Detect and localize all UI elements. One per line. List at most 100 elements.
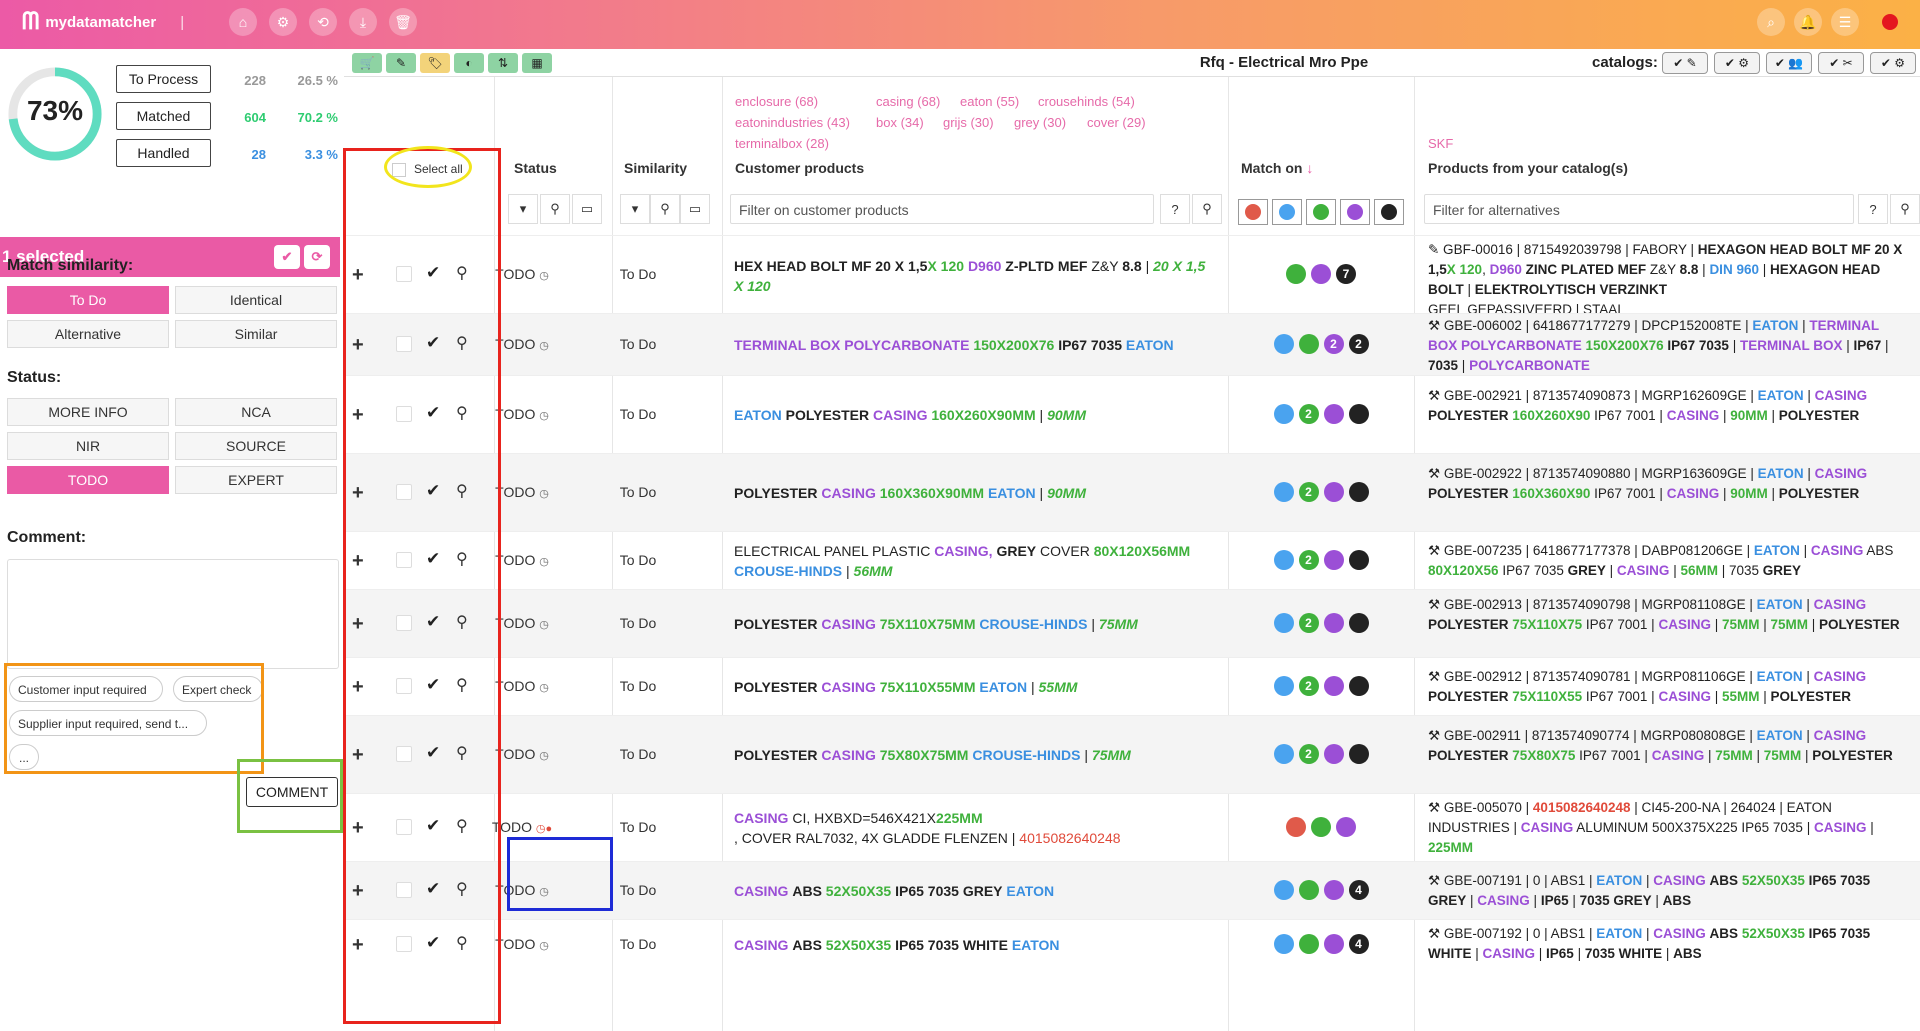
- row-checkbox[interactable]: [396, 746, 412, 762]
- expand-icon[interactable]: +: [352, 880, 364, 903]
- chip-supplier-input[interactable]: Supplier input required, send t...: [9, 710, 207, 736]
- sort-icon[interactable]: ⇅: [488, 53, 518, 73]
- table-row[interactable]: + ✔ ⚲ TODO ◷● To Do CASING CI, HXBXD=546…: [344, 793, 1920, 861]
- row-similarity[interactable]: To Do: [596, 552, 680, 568]
- building-icon[interactable]: ▦: [522, 53, 552, 73]
- accept-icon[interactable]: ✔: [426, 549, 440, 569]
- row-checkbox[interactable]: [396, 484, 412, 500]
- customer-filter-input[interactable]: Filter on customer products: [730, 194, 1154, 224]
- row-checkbox[interactable]: [396, 266, 412, 282]
- similarity-todo[interactable]: To Do: [7, 286, 169, 314]
- magic-icon[interactable]: ✎: [386, 53, 416, 73]
- status-dropdown-icon[interactable]: ▾: [508, 194, 538, 224]
- comment-textarea[interactable]: [7, 559, 339, 669]
- search-icon[interactable]: ⚲: [456, 933, 468, 953]
- row-similarity[interactable]: To Do: [596, 678, 680, 694]
- accept-icon[interactable]: ✔: [426, 816, 440, 836]
- catalog-tag[interactable]: SKF: [1428, 136, 1453, 151]
- expand-icon[interactable]: +: [352, 264, 364, 287]
- row-checkbox[interactable]: [396, 678, 412, 694]
- accept-icon[interactable]: ✔: [426, 675, 440, 695]
- customer-tag[interactable]: terminalbox (28): [735, 136, 829, 151]
- row-similarity[interactable]: To Do: [596, 882, 680, 898]
- search-icon[interactable]: ⚲: [456, 675, 468, 695]
- search-icon[interactable]: ⚲: [456, 333, 468, 353]
- accept-icon[interactable]: ✔: [426, 743, 440, 763]
- match-red-button[interactable]: [1238, 199, 1268, 225]
- row-status[interactable]: TODO ◷: [482, 406, 562, 422]
- catalog-toggle-3[interactable]: ✔ 👥: [1766, 52, 1812, 74]
- table-row[interactable]: + ✔ ⚲ TODO ◷ To Do HEX HEAD BOLT MF 20 X…: [344, 235, 1920, 317]
- accept-icon[interactable]: ✔: [426, 403, 440, 423]
- expand-icon[interactable]: +: [352, 404, 364, 427]
- row-similarity[interactable]: To Do: [596, 936, 680, 952]
- tag-icon[interactable]: 🏷: [420, 53, 450, 73]
- help-icon[interactable]: ?: [1160, 194, 1190, 224]
- customer-tag[interactable]: grijs (30): [943, 115, 994, 130]
- customer-tag[interactable]: crousehinds (54): [1038, 94, 1135, 109]
- status-source[interactable]: SOURCE: [175, 432, 337, 460]
- similarity-comment-icon[interactable]: ▭: [680, 194, 710, 224]
- select-all-checkbox[interactable]: [392, 163, 406, 177]
- status-expert[interactable]: EXPERT: [175, 466, 337, 494]
- table-row[interactable]: + ✔ ⚲ TODO ◷ To Do EATON POLYESTER CASIN…: [344, 375, 1920, 453]
- customer-tag[interactable]: enclosure (68): [735, 94, 818, 109]
- similarity-similar[interactable]: Similar: [175, 320, 337, 348]
- search-icon[interactable]: ⚲: [456, 816, 468, 836]
- catalog-filter-input[interactable]: Filter for alternatives: [1424, 194, 1854, 224]
- row-checkbox[interactable]: [396, 615, 412, 631]
- search-icon[interactable]: ⚲: [456, 403, 468, 423]
- expand-icon[interactable]: +: [352, 676, 364, 699]
- row-status[interactable]: TODO ◷: [482, 552, 562, 568]
- row-status[interactable]: TODO ◷: [482, 678, 562, 694]
- expand-icon[interactable]: +: [352, 817, 364, 840]
- bell-icon[interactable]: 🔔: [1794, 8, 1822, 36]
- customer-tag[interactable]: eatonindustries (43): [735, 115, 850, 130]
- customer-tag[interactable]: cover (29): [1087, 115, 1146, 130]
- status-todo[interactable]: TODO: [7, 466, 169, 494]
- customer-tag[interactable]: eaton (55): [960, 94, 1019, 109]
- col-similarity[interactable]: Similarity: [624, 160, 687, 176]
- table-row[interactable]: + ✔ ⚲ TODO ◷ To Do CASING ABS 52X50X35 I…: [344, 919, 1920, 1031]
- chip-more[interactable]: ...: [9, 744, 39, 770]
- customer-tag[interactable]: grey (30): [1014, 115, 1066, 130]
- row-checkbox[interactable]: [396, 336, 412, 352]
- home-icon[interactable]: ⌂: [229, 8, 257, 36]
- accept-icon[interactable]: ✔: [426, 879, 440, 899]
- table-row[interactable]: + ✔ ⚲ TODO ◷ To Do POLYESTER CASING 160X…: [344, 453, 1920, 531]
- col-status[interactable]: Status: [514, 160, 557, 176]
- status-comment-icon[interactable]: ▭: [572, 194, 602, 224]
- row-similarity[interactable]: To Do: [596, 615, 680, 631]
- match-blue-button[interactable]: [1272, 199, 1302, 225]
- row-status[interactable]: TODO ◷: [482, 882, 562, 898]
- table-row[interactable]: + ✔ ⚲ TODO ◷ To Do POLYESTER CASING 75X1…: [344, 657, 1920, 715]
- accept-icon[interactable]: ✔: [426, 933, 440, 953]
- expand-icon[interactable]: +: [352, 334, 364, 357]
- gear-icon[interactable]: ⚙: [269, 8, 297, 36]
- search-icon[interactable]: ⚲: [456, 481, 468, 501]
- search-icon[interactable]: ⚲: [456, 549, 468, 569]
- row-checkbox[interactable]: [396, 552, 412, 568]
- logo[interactable]: ᗰ mydatamatcher |: [22, 10, 184, 34]
- row-similarity[interactable]: To Do: [596, 266, 680, 282]
- accept-icon[interactable]: ✔: [426, 263, 440, 283]
- to-process-button[interactable]: To Process: [116, 65, 211, 93]
- chip-customer-input[interactable]: Customer input required: [9, 676, 163, 702]
- table-row[interactable]: + ✔ ⚲ TODO ◷ To Do POLYESTER CASING 75X8…: [344, 715, 1920, 793]
- accept-icon[interactable]: ✔: [426, 333, 440, 353]
- table-row[interactable]: + ✔ ⚲ TODO ◷ To Do CASING ABS 52X50X35 I…: [344, 861, 1920, 919]
- expand-icon[interactable]: +: [352, 482, 364, 505]
- col-match-on[interactable]: Match on ↓: [1241, 160, 1313, 176]
- trash-icon[interactable]: 🗑: [389, 8, 417, 36]
- match-purple-button[interactable]: [1340, 199, 1370, 225]
- split-icon[interactable]: ◐: [454, 53, 484, 73]
- status-nir[interactable]: NIR: [7, 432, 169, 460]
- row-similarity[interactable]: To Do: [596, 819, 680, 835]
- row-similarity[interactable]: To Do: [596, 746, 680, 762]
- customer-filter-icon[interactable]: ⚲: [1192, 194, 1222, 224]
- accept-icon[interactable]: ✔: [426, 612, 440, 632]
- expand-icon[interactable]: +: [352, 934, 364, 957]
- catalog-toggle-2[interactable]: ✔ ⚙: [1714, 52, 1760, 74]
- row-status[interactable]: TODO ◷: [482, 336, 562, 352]
- confirm-icon[interactable]: ✔: [274, 245, 300, 269]
